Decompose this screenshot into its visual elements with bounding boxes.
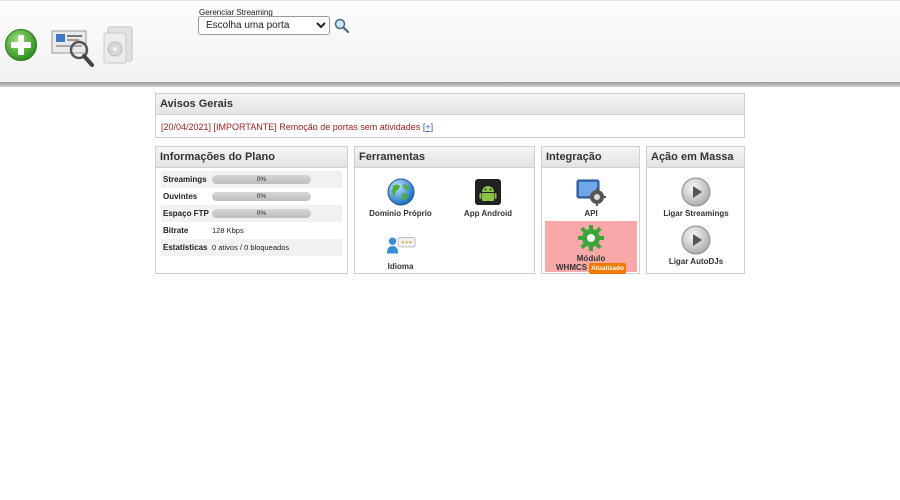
plan-row-ouvintes: Ouvintes 0% xyxy=(161,188,342,205)
api-button[interactable]: API xyxy=(545,177,637,218)
bulk-actions-panel: Ação em Massa Ligar Streamings Ligar Aut… xyxy=(646,146,745,274)
whmcs-module-label: Módulo WHMCS Atualizado xyxy=(556,254,626,274)
api-label: API xyxy=(584,209,598,218)
magnifier-icon[interactable] xyxy=(334,18,350,34)
bitrate-value: 128 Kbps xyxy=(212,226,244,235)
progress-text: 0% xyxy=(256,210,267,217)
android-app-label: App Android xyxy=(463,209,513,218)
plan-table: Streamings 0% Ouvintes 0% Espaço FTP 0% … xyxy=(161,171,342,256)
ftp-progress-bar: 0% xyxy=(212,209,311,218)
plan-row-label: Bitrate xyxy=(163,226,189,235)
start-autodjs-button[interactable]: Ligar AutoDJs xyxy=(650,225,742,266)
tools-panel: Ferramentas Domínio Próprio App Android … xyxy=(354,146,535,274)
port-select[interactable]: Escolha uma porta xyxy=(198,16,330,35)
plan-row-label: Ouvintes xyxy=(163,192,198,201)
language-label: Idioma xyxy=(387,262,414,271)
plan-row-streamings: Streamings 0% xyxy=(161,171,342,188)
language-icon xyxy=(386,230,416,260)
updated-badge: Atualizado xyxy=(589,263,626,274)
tools-title: Ferramentas xyxy=(355,147,534,168)
plan-row-label: Streamings xyxy=(163,175,207,184)
plan-row-label: Estatísticas xyxy=(163,243,208,252)
green-gear-icon xyxy=(576,224,606,252)
plan-info-panel: Informações do Plano Streamings 0% Ouvin… xyxy=(155,146,348,274)
plan-row-statistics: Estatísticas 0 ativos / 0 bloqueados xyxy=(161,239,342,256)
notices-title: Avisos Gerais xyxy=(156,94,744,115)
statistics-value: 0 ativos / 0 bloqueados xyxy=(212,243,290,252)
bulk-actions-title: Ação em Massa xyxy=(647,147,744,168)
plan-info-title: Informações do Plano xyxy=(156,147,347,168)
disk-icon[interactable] xyxy=(102,25,136,65)
integration-panel: Integração API Módulo WHMCS Atualizado xyxy=(541,146,640,274)
android-icon xyxy=(473,177,503,207)
streamings-progress-bar: 0% xyxy=(212,175,311,184)
header-divider xyxy=(0,82,900,87)
whmcs-label-line1: Módulo xyxy=(576,254,606,263)
notice-text: [20/04/2021] [IMPORTANTE] Remoção de por… xyxy=(161,122,421,132)
start-streamings-label: Ligar Streamings xyxy=(663,209,729,218)
custom-domain-label: Domínio Próprio xyxy=(369,209,432,218)
whmcs-label-line2: WHMCS xyxy=(556,263,588,272)
listeners-progress-bar: 0% xyxy=(212,192,311,201)
notice-item: [20/04/2021] [IMPORTANTE] Remoção de por… xyxy=(156,115,744,132)
language-button[interactable]: Idioma xyxy=(358,230,443,271)
progress-text: 0% xyxy=(256,176,267,183)
start-streamings-button[interactable]: Ligar Streamings xyxy=(650,177,742,218)
integration-title: Integração xyxy=(542,147,639,168)
play-icon xyxy=(681,177,711,207)
api-gear-icon xyxy=(576,177,606,207)
plan-row-bitrate: Bitrate 128 Kbps xyxy=(161,222,342,239)
globe-icon xyxy=(386,177,416,207)
top-header: Gerenciar Streaming Escolha uma porta xyxy=(0,0,900,84)
progress-text: 0% xyxy=(256,193,267,200)
plan-row-label: Espaço FTP xyxy=(163,209,209,218)
search-streaming-icon[interactable] xyxy=(51,28,95,68)
start-autodjs-label: Ligar AutoDJs xyxy=(668,257,724,266)
notice-more-link[interactable]: [+] xyxy=(423,122,433,132)
plan-row-ftp: Espaço FTP 0% xyxy=(161,205,342,222)
plus-icon[interactable] xyxy=(4,28,38,62)
play-icon xyxy=(681,225,711,255)
notices-panel: Avisos Gerais [20/04/2021] [IMPORTANTE] … xyxy=(155,93,745,138)
custom-domain-button[interactable]: Domínio Próprio xyxy=(358,177,443,218)
android-app-button[interactable]: App Android xyxy=(448,177,528,218)
whmcs-module-button[interactable]: Módulo WHMCS Atualizado xyxy=(545,221,637,274)
